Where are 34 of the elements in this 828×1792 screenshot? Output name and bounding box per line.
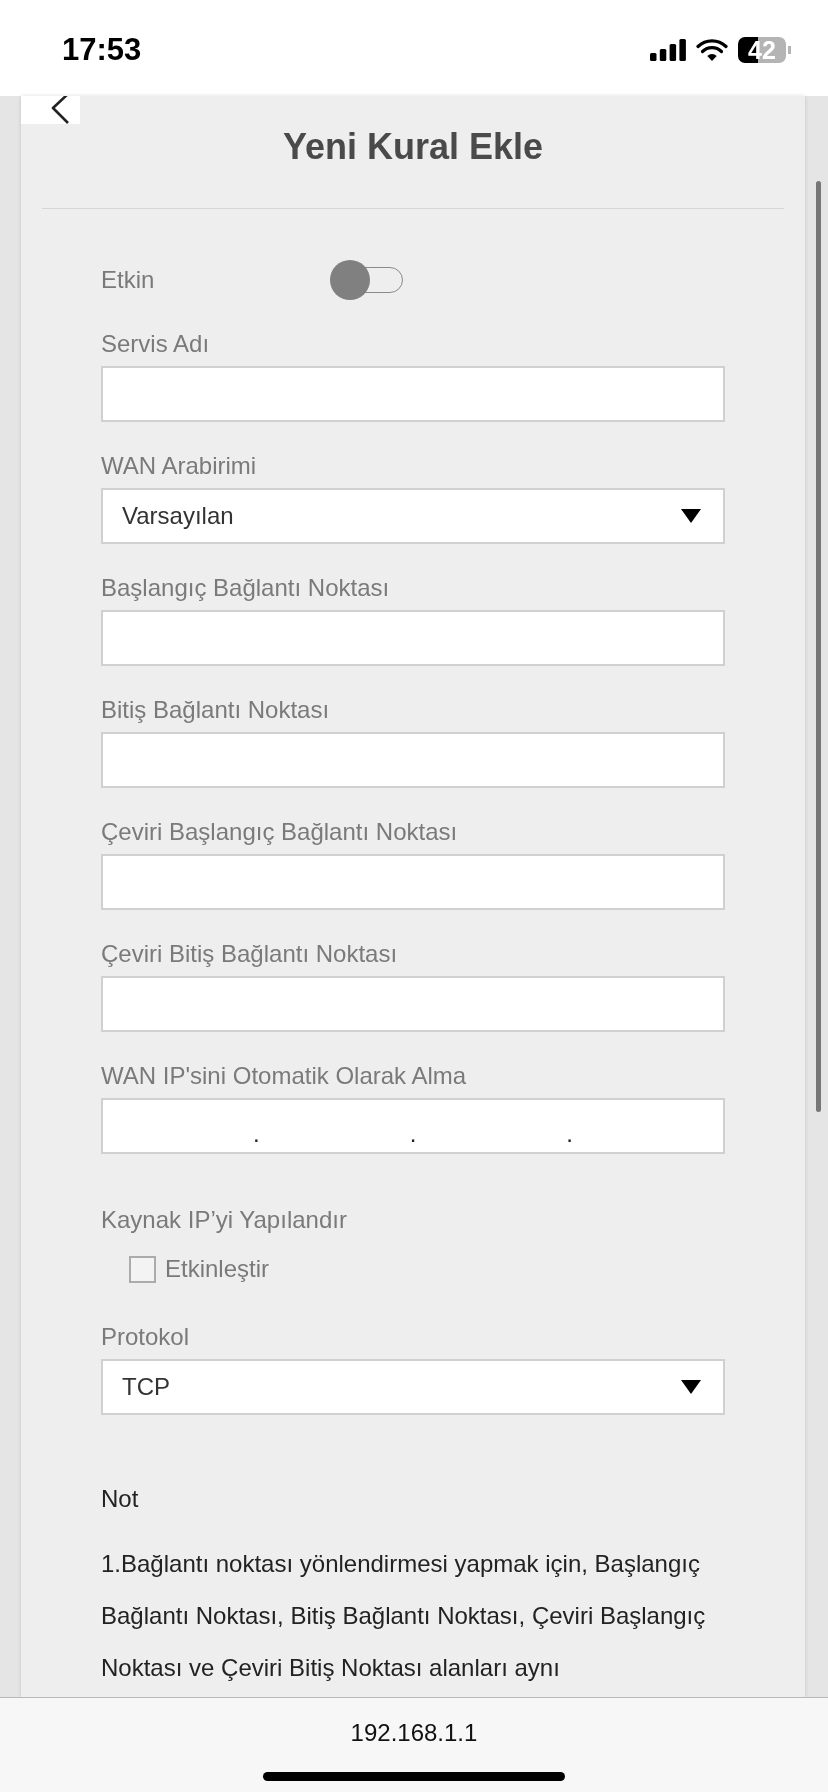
- text-input-field[interactable]: [101, 854, 725, 910]
- page-title: Yeni Kural Ekle: [281, 125, 545, 169]
- field-label: Etkin: [101, 266, 156, 294]
- field-label: Başlangıç Bağlantı Noktası: [101, 574, 391, 602]
- field-label: Bitiş Bağlantı Noktası: [101, 696, 331, 724]
- wifi-icon: [696, 39, 728, 61]
- section-label: Kaynak IP’yi Yapılandır: [101, 1206, 348, 1234]
- back-button[interactable]: [21, 96, 80, 124]
- field-label: Çeviri Bitiş Bağlantı Noktası: [101, 940, 399, 968]
- url-text[interactable]: 192.168.1.1: [350, 1718, 478, 1748]
- caret-down-icon: [681, 509, 701, 523]
- caret-down-icon: [681, 1380, 701, 1394]
- signal-icon: [650, 39, 686, 61]
- text-input-field[interactable]: [101, 732, 725, 788]
- status-time: 17:53: [62, 32, 142, 68]
- text-input-field[interactable]: [101, 976, 725, 1032]
- field-label: Servis Adı: [101, 330, 211, 358]
- dot-separator: .: [253, 1120, 260, 1148]
- checkbox-label: Etkinleştir: [165, 1255, 270, 1283]
- dropdown-select[interactable]: Varsayılan: [101, 488, 725, 544]
- dot-separator: .: [566, 1120, 573, 1148]
- field-label: WAN IP'sini Otomatik Olarak Alma: [101, 1062, 468, 1090]
- ip-address-field[interactable]: . . .: [101, 1098, 725, 1154]
- checkbox[interactable]: [129, 1255, 156, 1283]
- chevron-left-icon: [50, 96, 71, 124]
- note-title: Not: [101, 1485, 139, 1513]
- dropdown-select[interactable]: TCP: [101, 1359, 725, 1415]
- field-label: WAN Arabirimi: [101, 452, 258, 480]
- dot-separator: .: [409, 1120, 417, 1148]
- note-text: 1.Bağlantı noktası yönlendirmesi yapmak için, Başlangıç Bağlantı Noktası, Bitiş Bağlantı Noktası, Çeviri Başlangıç Noktası ve Çeviri Bitiş Noktası alanları aynı: [101, 1549, 707, 1683]
- text-input-field[interactable]: [101, 366, 725, 422]
- text-input-field[interactable]: [101, 610, 725, 666]
- field-label: Protokol: [101, 1323, 191, 1351]
- field-label: Çeviri Başlangıç Bağlantı Noktası: [101, 818, 459, 846]
